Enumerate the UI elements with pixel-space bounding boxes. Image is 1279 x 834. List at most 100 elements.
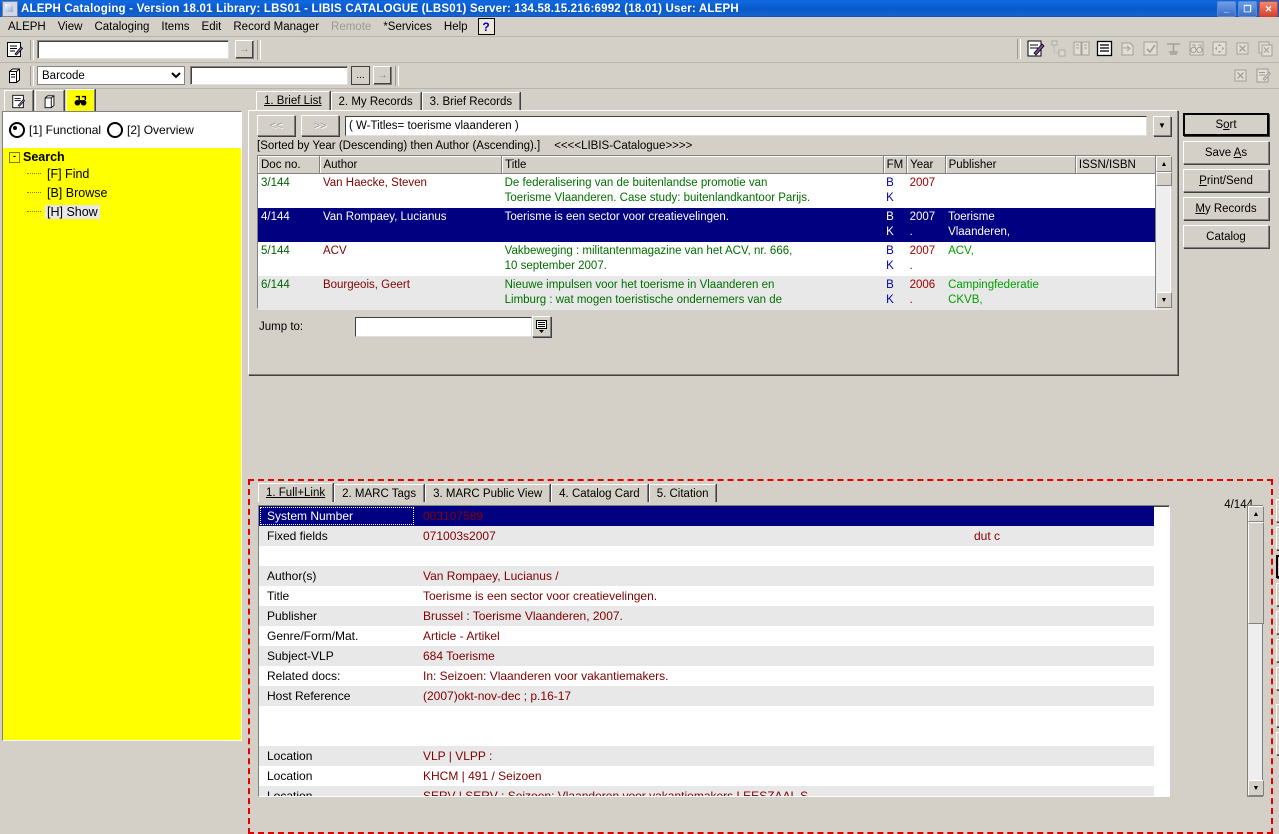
barcode-browse-button[interactable]: ... (351, 66, 370, 85)
tree-expander-icon[interactable]: - (9, 151, 20, 163)
menu-item-aleph[interactable]: ALEPH (2, 20, 52, 34)
col-publisher[interactable]: Publisher (945, 156, 1076, 174)
detail-row[interactable]: Fixed fields 071003s2007 dut c (259, 526, 1154, 546)
table-row[interactable]: 5/144 ACV Vakbeweging : militantenmagazi… (258, 242, 1170, 276)
aleph-app-icon (2, 0, 18, 17)
dual-page-icon (1071, 38, 1092, 59)
query-display[interactable]: ( W-Titles= toerisme vlaanderen ) (345, 115, 1147, 136)
table-row[interactable]: 4/144 Van Rompaey, Lucianus Toerisme is … (258, 208, 1170, 242)
toolbar-separator-4 (395, 65, 399, 86)
save-as-button[interactable]: Save As (1183, 141, 1269, 164)
cell-publisher: Campingfederatie CKVB, (948, 279, 1039, 306)
menu-item-record-manager[interactable]: Record Manager (227, 20, 325, 34)
detail-row[interactable]: Subject-VLP 684 Toerisme (259, 646, 1154, 666)
tree-item-browse-label: [B] Browse (47, 185, 108, 200)
menu-item-services[interactable]: *Services (377, 20, 438, 34)
query-text: ( W-Titles= toerisme vlaanderen ) (349, 119, 519, 132)
tab-my-records[interactable]: 2. My Records (330, 92, 421, 110)
sidebar-tab-items[interactable] (35, 90, 64, 111)
help-question-icon[interactable]: ? (477, 18, 495, 35)
detail-row[interactable]: Publisher Brussel : Toerisme Vlaanderen,… (259, 606, 1154, 626)
detail-row[interactable]: System Number 003107589 (259, 506, 1154, 526)
menu-item-view[interactable]: View (52, 20, 89, 34)
detail-scroll-up-button[interactable]: ▲ (1248, 506, 1264, 522)
tree-view-icon (1048, 38, 1069, 59)
cell-publisher: Toerisme Vlaanderen, (948, 211, 1011, 238)
detail-row[interactable]: Location KHCM | 491 / Seizoen (259, 766, 1154, 786)
left-sidebar: [1] Functional [2] Overview - Search [F]… (0, 89, 246, 743)
jump-to-list-button[interactable] (532, 316, 552, 337)
brief-list-scrollbar[interactable]: ▲ ▼ (1155, 156, 1172, 308)
record-detail-scrollbar[interactable]: ▲ ▼ (1247, 505, 1264, 797)
my-records-button[interactable]: My Records (1183, 197, 1269, 220)
detail-scroll-down-button[interactable]: ▼ (1248, 780, 1264, 796)
sidebar-tab-search[interactable] (66, 89, 95, 111)
detail-row[interactable]: Location VLP | VLPP : (259, 746, 1154, 766)
scroll-up-button[interactable]: ▲ (1156, 156, 1172, 172)
cell-year: 2007 (909, 177, 936, 189)
detail-row[interactable]: Location SERV | SERV : Seizoen: Vlaander… (259, 786, 1154, 796)
scroll-down-button[interactable]: ▼ (1156, 292, 1172, 308)
tree-node-search[interactable]: - Search (9, 150, 241, 164)
window-title: ALEPH Cataloging - Version 18.01 Library… (21, 2, 739, 15)
sort-info-row: [Sorted by Year (Descending) then Author… (249, 138, 1177, 155)
detail-row[interactable]: Title Toerisme is een sector voor creati… (259, 586, 1154, 606)
tree-item-browse[interactable]: [B] Browse (27, 183, 241, 202)
detail-scroll-thumb[interactable] (1248, 522, 1264, 624)
new-record-icon[interactable] (1025, 38, 1046, 59)
tree-stem (27, 210, 41, 213)
barcode-input[interactable] (190, 66, 348, 85)
col-author[interactable]: Author (319, 156, 503, 174)
menu-item-edit[interactable]: Edit (196, 20, 228, 34)
sort-note: [Sorted by Year (Descending) then Author… (257, 140, 541, 152)
sort-button[interactable]: Sort (1183, 113, 1269, 136)
prev-page-button[interactable]: << (257, 115, 295, 136)
cell-year: 2007 . (909, 245, 936, 272)
cell-title: Nieuwe impulsen voor het toerisme in Vla… (504, 279, 783, 306)
detail-row[interactable]: Host Reference (2007)okt-nov-dec ; p.16-… (259, 686, 1154, 706)
radio-overview[interactable]: [2] Overview (107, 122, 194, 138)
quick-search-go-button[interactable]: → (235, 40, 254, 59)
search-type-select[interactable]: Barcode (37, 66, 185, 85)
col-title[interactable]: Title (501, 156, 884, 174)
detail-row[interactable]: Author(s) Van Rompaey, Lucianus / (259, 566, 1154, 586)
catalog-button[interactable]: Catalog (1183, 225, 1269, 248)
radio-functional-dot (9, 122, 25, 138)
radio-overview-label: [2] Overview (127, 123, 194, 137)
minimize-button[interactable]: _ (1217, 1, 1236, 17)
next-page-button[interactable]: >> (301, 115, 339, 136)
jump-to-label: Jump to: (259, 320, 304, 333)
sidebar-tab-catalog[interactable] (4, 90, 33, 111)
detail-row[interactable]: Genre/Form/Mat. Article - Artikel (259, 626, 1154, 646)
table-row[interactable]: 6/144 Bourgeois, Geert Nieuwe impulsen v… (258, 276, 1170, 310)
document-edit-icon[interactable] (3, 39, 25, 60)
col-fm[interactable]: FM (883, 156, 908, 174)
jump-to-input[interactable] (355, 316, 533, 337)
menu-item-items[interactable]: Items (155, 20, 195, 34)
tree-item-find[interactable]: [F] Find (27, 164, 241, 183)
col-doc-no[interactable]: Doc no. (258, 156, 321, 174)
menu-item-cataloging[interactable]: Cataloging (88, 20, 155, 34)
list-view-icon[interactable] (1094, 38, 1115, 59)
tab-brief-list[interactable]: 1. Brief List (256, 91, 330, 110)
menu-item-help[interactable]: Help (438, 20, 474, 34)
radio-functional[interactable]: [1] Functional (9, 122, 101, 138)
cell-author: Bourgeois, Geert (322, 279, 410, 291)
query-history-dropdown[interactable]: ▼ (1153, 115, 1171, 136)
col-year[interactable]: Year (906, 156, 946, 174)
maximize-button[interactable]: ❐ (1238, 1, 1257, 17)
detail-value: VLP | VLPP : (423, 749, 493, 763)
tab-brief-records[interactable]: 3. Brief Records (421, 92, 521, 110)
query-row: << >> ( W-Titles= toerisme vlaanderen ) … (249, 111, 1177, 138)
table-row[interactable]: 3/144 Van Haecke, Steven De federaliseri… (258, 173, 1170, 208)
tree-item-show[interactable]: [H] Show (27, 202, 241, 221)
barcode-go-button[interactable]: → (373, 66, 392, 85)
records-stack-icon[interactable] (3, 65, 25, 86)
detail-row[interactable]: Related docs: In: Seizoen: Vlaanderen vo… (259, 666, 1154, 686)
detail-value: In: Seizoen: Vlaanderen voor vakantiemak… (423, 669, 669, 683)
close-button[interactable]: ✕ (1259, 1, 1278, 17)
detail-label: Location (267, 769, 313, 783)
quick-search-input[interactable] (37, 40, 229, 59)
print-send-button[interactable]: Print/Send (1183, 169, 1269, 192)
scroll-thumb[interactable] (1156, 172, 1172, 186)
